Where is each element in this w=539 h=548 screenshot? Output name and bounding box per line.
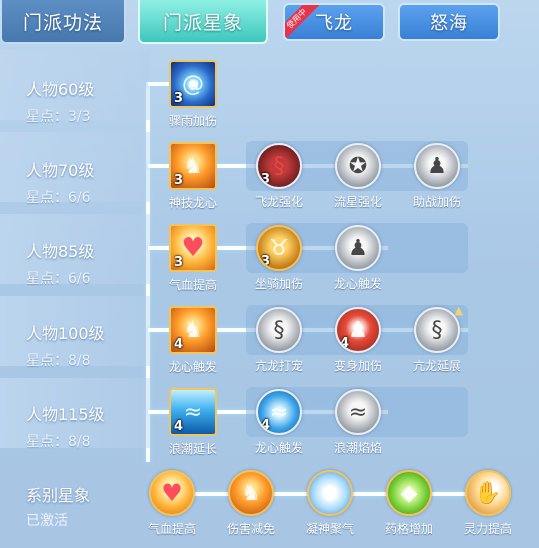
jade-icon: ◆ [386, 470, 432, 516]
level-row-115: 人物115级 星点：8/8 [26, 401, 105, 451]
skill-slot[interactable]: ♞ 4 龙心触发 [163, 306, 223, 375]
skill-name: 亢龙延展 [412, 359, 461, 373]
tab-bar: 门派功法 门派星象 使用中 飞龙 怒海 [0, 0, 539, 50]
skill-name: 亢龙打宠 [254, 359, 303, 373]
vortex-icon: @ 3 [169, 60, 217, 108]
skill-slot[interactable]: ♞ 3 神技龙心 [163, 142, 223, 211]
tab-feilong[interactable]: 使用中 飞龙 [283, 3, 385, 41]
skill-name: 助战加伤 [412, 195, 461, 209]
skill-name: 凝神聚气 [305, 522, 354, 536]
red-figure-icon: ♟ 4 [335, 307, 381, 353]
skill-slot[interactable]: ♉ 3 坐骑加伤 [249, 225, 309, 292]
dragon-icon: § [414, 307, 460, 353]
skill-slot[interactable]: § 3 飞龙强化 [249, 143, 309, 210]
figure-icon: ♟ [335, 225, 381, 271]
level-title: 人物70级 [26, 161, 95, 180]
skill-slot[interactable]: ♟ 龙心触发 [328, 225, 388, 292]
skill-name: 龙心触发 [254, 441, 303, 455]
beast-head-icon: ♉ 3 [256, 225, 302, 271]
fire-figure-icon: ♞ [228, 470, 274, 516]
level-points: 星点：8/8 [26, 434, 91, 450]
lock-icon: ▲ [454, 304, 463, 317]
skill-name: 神技龙心 [168, 196, 217, 210]
skill-slot[interactable]: ♟ 4 变身加伤 [328, 307, 388, 374]
skill-slot[interactable]: @ 3 骤雨加伤 [163, 60, 223, 129]
skill-level: 3 [174, 91, 184, 106]
fire-figure-icon: ♞ 4 [169, 306, 217, 354]
level-points: 星点：6/6 [26, 271, 91, 287]
skill-name: 气血提高 [147, 522, 196, 536]
skill-level: 4 [174, 337, 184, 352]
wave-icon: ≈ 4 [169, 388, 217, 436]
skill-slot[interactable]: ♟ 助战加伤 [407, 143, 467, 210]
red-dragon-icon: § 3 [256, 143, 302, 189]
skill-name: 飞龙强化 [254, 195, 303, 209]
skill-name: 流星强化 [333, 195, 382, 209]
skill-level: 3 [174, 173, 184, 188]
skill-slot[interactable]: ✪ 流星强化 [328, 143, 388, 210]
level-points: 星点：8/8 [26, 353, 91, 369]
level-row-70: 人物70级 星点：6/6 [26, 157, 94, 207]
skill-name: 坐骑加伤 [254, 277, 303, 291]
skill-level: 3 [261, 172, 271, 187]
skill-level: 3 [174, 255, 184, 270]
skill-level: 4 [174, 419, 184, 434]
system-skill-slot[interactable]: ✋ 灵力提高 [458, 470, 518, 537]
skill-name: 气血提高 [168, 278, 217, 292]
system-skill-slot[interactable]: ◆ 药格增加 [379, 470, 439, 537]
star-panel: 人物60级 星点：3/3 @ 3 骤雨加伤 人物70级 星点：6/6 ♞ 3 神… [0, 50, 539, 548]
wave-round-icon: ≈ 4 [256, 389, 302, 435]
level-row-60: 人物60级 星点：3/3 [26, 76, 94, 126]
level-title: 人物115级 [26, 405, 105, 424]
system-title: 系别星象 [26, 486, 91, 505]
level-title: 人物100级 [26, 324, 105, 343]
wave-grey-icon: ≈ [335, 389, 381, 435]
skill-slot[interactable]: § 亢龙打宠 [249, 307, 309, 374]
skill-name: 骤雨加伤 [168, 114, 217, 128]
heart-icon: ♥ 3 [169, 224, 217, 272]
system-skill-slot[interactable]: ❄ 凝神聚气 [300, 470, 360, 537]
skill-name: 龙心触发 [333, 277, 382, 291]
tab-sect-stars[interactable]: 门派星象 [138, 0, 268, 44]
system-skill-slot[interactable]: ♥ 气血提高 [142, 470, 202, 537]
heart-icon: ♥ [149, 470, 195, 516]
dragon-icon: § [256, 307, 302, 353]
level-row-100: 人物100级 星点：8/8 [26, 320, 105, 370]
level-points: 星点：6/6 [26, 190, 91, 206]
skill-level: 4 [261, 418, 271, 433]
glow-hand-icon: ✋ [465, 470, 511, 516]
skill-slot[interactable]: § ▲ 亢龙延展 [407, 304, 467, 374]
tab-feilong-label: 飞龙 [315, 13, 353, 34]
system-status: 已激活 [26, 513, 68, 529]
skill-name: 变身加伤 [333, 359, 382, 373]
skill-level: 4 [340, 336, 350, 351]
skill-name: 药格增加 [384, 522, 433, 536]
level-title: 人物85级 [26, 242, 95, 261]
skill-name: 龙心触发 [168, 360, 217, 374]
meteor-icon: ✪ [335, 143, 381, 189]
level-row-85: 人物85级 星点：6/6 [26, 238, 94, 288]
fire-figure-icon: ♞ 3 [169, 142, 217, 190]
skill-name: 浪潮焰焰 [333, 441, 382, 455]
level-points: 星点：3/3 [26, 109, 91, 125]
system-stars: 系别星象 已激活 [26, 482, 90, 530]
skill-slot[interactable]: ≈ 4 浪潮延长 [163, 388, 223, 457]
skill-slot[interactable]: ≈ 4 龙心触发 [249, 389, 309, 456]
system-skill-slot[interactable]: ♞ 伤害减免 [221, 470, 281, 537]
tab-nuhai[interactable]: 怒海 [398, 3, 500, 41]
level-title: 人物60级 [26, 80, 95, 99]
skill-name: 浪潮延长 [168, 442, 217, 456]
skill-slot[interactable]: ♥ 3 气血提高 [163, 224, 223, 293]
meditation-figure-icon: ♟ [414, 143, 460, 189]
tab-sect-skills[interactable]: 门派功法 [0, 0, 126, 44]
skill-level: 3 [261, 254, 271, 269]
skill-name: 灵力提高 [463, 522, 512, 536]
skill-name: 伤害减免 [226, 522, 275, 536]
skill-slot[interactable]: ≈ 浪潮焰焰 [328, 389, 388, 456]
snow-figure-icon: ❄ [307, 470, 353, 516]
